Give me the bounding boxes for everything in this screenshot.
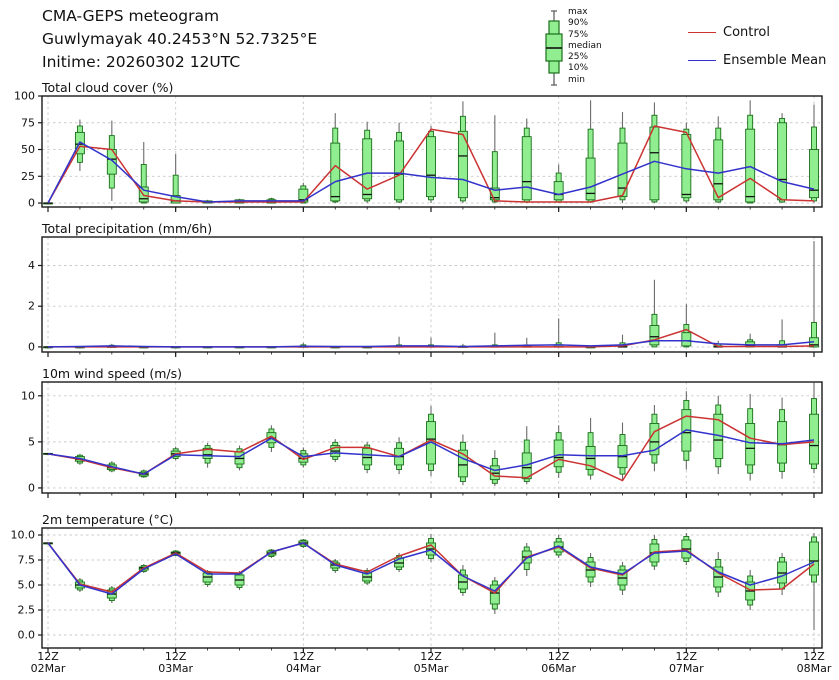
p25-p75-box <box>777 421 788 464</box>
y-tick-label: 0.0 <box>18 629 36 642</box>
y-tick-label: 0 <box>28 340 35 353</box>
y-tick-label: 2.5 <box>18 604 36 617</box>
p25-p75-box <box>745 423 756 466</box>
x-tick-day-label: 07Mar <box>669 662 704 675</box>
y-tick-label: 10.0 <box>11 529 36 542</box>
x-tick-day-label: 05Mar <box>414 662 449 675</box>
y-tick-label: 7.5 <box>18 554 36 567</box>
p25-p75-box <box>681 332 692 347</box>
p25-p75-box <box>809 413 819 465</box>
p25-p75-box <box>553 439 564 468</box>
p25-p75-box <box>553 181 564 201</box>
p25-p75-box <box>745 128 756 203</box>
p25-p75-box <box>330 142 341 202</box>
p25-p75-box <box>649 325 660 346</box>
y-tick-label: 5.0 <box>18 579 36 592</box>
y-tick-label: 75 <box>21 116 35 129</box>
p25-p75-box <box>426 136 436 198</box>
p25-p75-box <box>681 134 692 199</box>
y-tick-label: 50 <box>21 143 35 156</box>
p25-p75-box <box>362 447 373 466</box>
y-tick-label: 10 <box>21 389 35 402</box>
y-tick-label: 2 <box>28 300 35 313</box>
meteogram-page: CMA-GEPS meteogram Guwlymayak 40.2453°N … <box>0 0 839 680</box>
meteogram-chart: 025507510002405100.02.55.07.510.012Z02Ma… <box>11 90 832 676</box>
x-tick-day-label: 08Mar <box>797 662 832 675</box>
y-tick-label: 0 <box>28 197 35 210</box>
x-tick-day-label: 02Mar <box>31 662 66 675</box>
p25-p75-box <box>649 126 660 201</box>
x-tick-day-label: 04Mar <box>286 662 321 675</box>
y-tick-label: 25 <box>21 170 35 183</box>
x-tick-day-label: 06Mar <box>541 662 576 675</box>
y-tick-label: 4 <box>28 259 35 272</box>
panel-frame-precip <box>41 236 823 353</box>
y-tick-label: 100 <box>14 90 35 103</box>
x-tick-day-label: 03Mar <box>158 662 193 675</box>
p25-p75-box <box>521 136 532 201</box>
p25-p75-box <box>809 541 819 576</box>
y-tick-label: 0 <box>28 481 35 494</box>
p25-p75-box <box>777 122 788 201</box>
y-tick-label: 5 <box>28 435 35 448</box>
